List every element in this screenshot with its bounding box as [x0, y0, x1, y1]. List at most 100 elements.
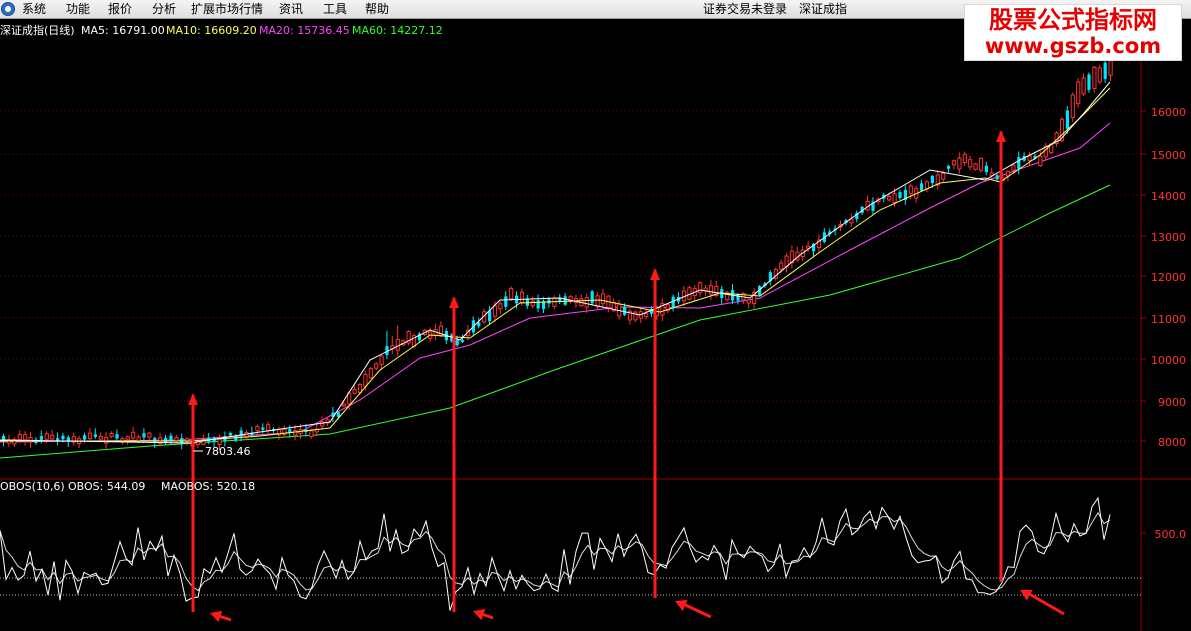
obos-y-tick-label: 500.0 [1155, 528, 1187, 541]
candlesticks [2, 56, 1113, 451]
ma5-value: MA5: 16791.00 [81, 24, 165, 37]
candle-body [125, 436, 130, 440]
watermark-title: 股票公式指标网 [989, 6, 1157, 34]
candle-body [1005, 170, 1011, 177]
site-watermark: 股票公式指标网 www.gszb.com [964, 4, 1182, 61]
arrow-up-icon [996, 130, 1006, 142]
candle-body [1065, 110, 1069, 129]
candle-body [941, 172, 946, 180]
candle-body [104, 437, 109, 444]
candle-body [1070, 94, 1075, 118]
candle-body [563, 296, 567, 305]
candle-body [644, 313, 649, 317]
candle-body [504, 296, 508, 307]
trade-login-status[interactable]: 证券交易未登录 [703, 2, 787, 17]
candle-body [920, 183, 924, 191]
menu-item-extended-market[interactable]: 扩展市场行情 [191, 2, 263, 17]
candle-body [584, 297, 589, 308]
candle-body [746, 299, 751, 304]
candle-body [39, 436, 43, 440]
maobos-path [0, 511, 1111, 592]
candle-body [341, 403, 346, 407]
candle-body [309, 430, 314, 438]
candle-body [1097, 67, 1102, 83]
candle-body [98, 435, 103, 440]
candle-body [379, 355, 384, 365]
obos-oscillator [0, 496, 1111, 611]
grid-lines [0, 20, 1191, 631]
candle-body [352, 389, 357, 394]
candle-body [1092, 66, 1097, 89]
candle-body [595, 295, 600, 308]
candle-body [93, 434, 97, 437]
obos-panel-title: OBOS(10,6) [0, 480, 65, 493]
candle-body [109, 433, 114, 438]
candle-body [623, 306, 627, 315]
ma60-path [0, 184, 1111, 459]
arrow-diagonal-icon [680, 601, 712, 619]
candle-body [50, 434, 55, 440]
candle-body [255, 426, 260, 432]
y-tick-label: 9000 [1158, 396, 1186, 409]
candle-body [984, 165, 988, 173]
candle-body [708, 285, 714, 295]
menu-item-function[interactable]: 功能 [66, 2, 90, 17]
candle-body [779, 262, 784, 270]
candle-body [698, 282, 703, 294]
candle-body [87, 432, 93, 440]
candle-body [1108, 60, 1113, 76]
candle-body [1038, 155, 1043, 166]
candle-body [395, 339, 400, 351]
candle-body [1081, 77, 1086, 95]
candle-body [1027, 155, 1032, 161]
menu-item-help[interactable]: 帮助 [365, 2, 389, 17]
candle-body [968, 159, 973, 168]
menu-item-analysis[interactable]: 分析 [152, 2, 176, 17]
candle-body [908, 185, 913, 194]
candle-body [17, 434, 22, 440]
y-tick-label: 14000 [1151, 190, 1186, 203]
menu-item-system[interactable]: 系统 [22, 2, 46, 17]
candle-body [736, 293, 740, 301]
candle-body [374, 363, 379, 369]
candle-body [600, 293, 606, 305]
app-logo-icon[interactable] [1, 2, 15, 16]
candle-body [363, 373, 368, 387]
candle-body [115, 434, 119, 439]
candle-body [930, 175, 934, 184]
y-tick-label: 10000 [1151, 354, 1186, 367]
arrow-up-icon [449, 296, 459, 308]
candle-body [1017, 157, 1021, 169]
ma60-line [0, 184, 1111, 459]
candle-body [1103, 62, 1107, 79]
candle-body [1011, 164, 1016, 171]
candle-body [217, 438, 222, 445]
candle-body [261, 427, 265, 430]
y-tick-label: 8000 [1158, 436, 1186, 449]
candle-body [947, 165, 951, 169]
menu-item-tools[interactable]: 工具 [323, 2, 347, 17]
ma10-path [0, 87, 1111, 442]
arrow-up-icon [188, 393, 198, 405]
y-tick-label: 12000 [1151, 271, 1186, 284]
candle-body [147, 432, 152, 438]
candle-body [590, 291, 594, 304]
kline-chart[interactable]: 深证成指(日线) MA5: 16791.00 MA10: 16609.20 MA… [0, 20, 1191, 631]
menu-item-quote[interactable]: 报价 [108, 2, 132, 17]
candle-body [1087, 74, 1091, 90]
candle-body [368, 368, 373, 379]
candle-body [461, 340, 465, 343]
y-tick-label: 15000 [1151, 149, 1186, 162]
maobos-value: MAOBOS: 520.18 [161, 480, 255, 493]
candle-body [1076, 81, 1081, 104]
ma20-value: MA20: 15736.45 [259, 24, 350, 37]
price-panel-title: 深证成指(日线) [0, 23, 75, 37]
ma10-line [0, 87, 1111, 442]
price-axis: 16000 15000 14000 13000 12000 11000 1000… [1151, 106, 1186, 449]
y-tick-label: 13000 [1151, 231, 1186, 244]
candle-body [973, 163, 978, 170]
candle-body [266, 424, 271, 432]
menu-item-news[interactable]: 资讯 [279, 2, 303, 17]
y-tick-label: 16000 [1151, 106, 1186, 119]
candle-body [887, 195, 892, 201]
